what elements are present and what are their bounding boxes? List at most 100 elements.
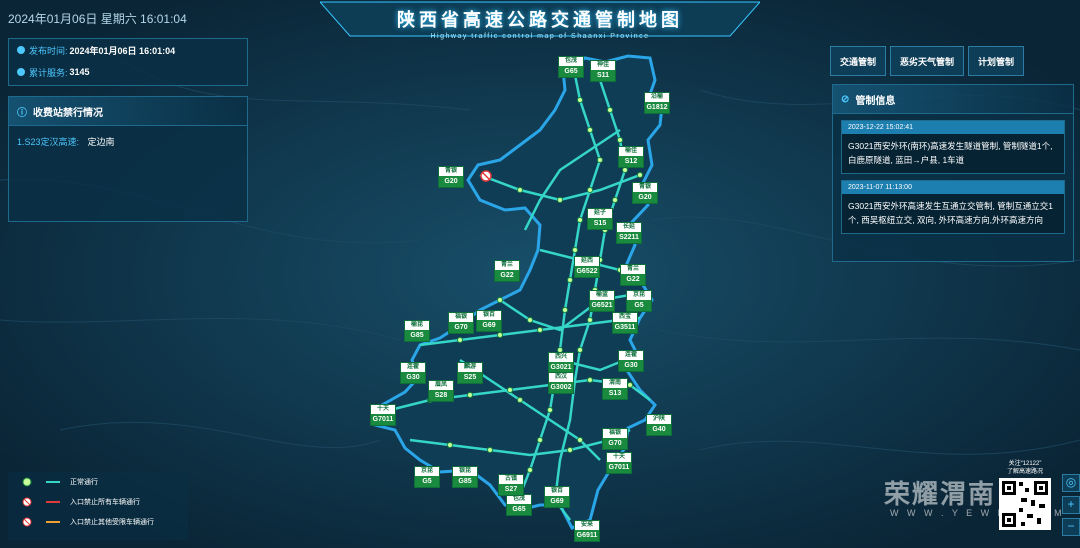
highway-shield[interactable]: 青银 G20	[632, 182, 658, 204]
shield-code: G22	[495, 270, 519, 281]
shield-code: G6522	[575, 266, 599, 277]
control-message[interactable]: 2023-12-22 15:02:41 G3021西安外环(南环)高速发生隧道管…	[841, 120, 1065, 174]
shield-code: S25	[458, 372, 482, 383]
highway-shield[interactable]: 包茂 G65	[506, 494, 532, 516]
legend-line	[46, 501, 60, 503]
shield-name: 古镇	[504, 476, 517, 482]
legend-label: 正常通行	[70, 479, 98, 486]
shield-name: 延西	[580, 258, 593, 264]
highway-shield[interactable]: 福银 G70	[602, 428, 628, 450]
shield-name: 延子	[593, 210, 606, 216]
highway-shield[interactable]: 京昆 G5	[414, 466, 440, 488]
shield-code: G1812	[645, 102, 669, 113]
tab-traffic-control[interactable]: 交通管制	[830, 46, 887, 76]
highway-shield[interactable]: 榆昆 G85	[404, 320, 430, 342]
control-panel-header: ⊘ 管制信息	[833, 85, 1073, 114]
highway-shield[interactable]: 青银 G20	[438, 166, 464, 188]
qr-code	[999, 478, 1051, 530]
shield-name: 青银	[638, 184, 651, 190]
shield-name: 长延	[622, 224, 635, 230]
highway-shield[interactable]: 神佳 S11	[590, 60, 616, 82]
shield-code: G6521	[590, 300, 614, 311]
highway-shield[interactable]: 西汉 G3002	[548, 372, 574, 394]
qr-code-block[interactable]: 关注“12122” 了解高速路况	[996, 460, 1054, 542]
toll-road: 1.S23定汉高速:	[17, 137, 80, 147]
users-icon	[17, 68, 25, 76]
ban-icon: ⊘	[841, 93, 850, 105]
legend-item-no-entry: 入口禁止所有车辆通行	[8, 492, 188, 512]
shield-name: 青兰	[626, 266, 639, 272]
highway-shield[interactable]: 渭南 S13	[602, 378, 628, 400]
locate-icon[interactable]: ◎	[1062, 474, 1080, 492]
shield-name: 沪陕	[652, 416, 665, 422]
highway-shield[interactable]: 京昆 G5	[626, 290, 652, 312]
legend-item-normal: 正常通行	[8, 472, 188, 492]
shield-name: 银昆	[458, 468, 471, 474]
shield-code: S27	[499, 484, 523, 495]
service-count-value: 3145	[69, 67, 90, 77]
publish-time-row: 发布时间: 2024年01月06日 16:01:04	[9, 39, 247, 61]
shield-name: 渭南	[608, 380, 621, 386]
shield-code: G85	[453, 476, 477, 487]
toll-station-name: 定边南	[87, 137, 115, 147]
highway-shield[interactable]: 包茂 G65	[558, 56, 584, 78]
shield-code: G5	[415, 476, 439, 487]
page-subtitle: Highway traffic control map of Shaanxi P…	[430, 33, 650, 40]
highway-shield[interactable]: 眉凤 S28	[428, 380, 454, 402]
highway-shield[interactable]: 青兰 G22	[620, 264, 646, 286]
highway-shield[interactable]: 麟游 S25	[457, 362, 483, 384]
zoom-out-icon[interactable]: −	[1062, 518, 1080, 536]
shield-name: 沿榆	[650, 94, 663, 100]
highway-shield[interactable]: 延子 S15	[587, 208, 613, 230]
clock-icon	[17, 46, 25, 54]
highway-shield[interactable]: 连霍 G30	[400, 362, 426, 384]
shield-code: G20	[633, 192, 657, 203]
legend-label: 入口禁止所有车辆通行	[70, 499, 140, 506]
highway-shield[interactable]: 十天 G7011	[606, 452, 632, 474]
highway-shield[interactable]: 福银 G70	[448, 312, 474, 334]
shield-name: 榆蓝	[595, 292, 608, 298]
highway-shield[interactable]: 榆佳 S12	[618, 146, 644, 168]
shield-code: G30	[619, 360, 643, 371]
shield-name: 银百	[550, 488, 563, 494]
shield-name: 包茂	[512, 496, 525, 502]
shield-code: S15	[588, 218, 612, 229]
shield-code: G3511	[613, 322, 637, 333]
control-tabs: 交通管制 恶劣天气管制 计划管制	[830, 46, 1025, 76]
highway-shield[interactable]: 青兰 G22	[494, 260, 520, 282]
toll-panel-title: 收费站禁行情况	[33, 107, 103, 119]
highway-shield[interactable]: 沿榆 G1812	[644, 92, 670, 114]
highway-shield[interactable]: 西宝 G3511	[612, 312, 638, 334]
highway-shield[interactable]: 十天 G7011	[370, 404, 396, 426]
tab-planned-control[interactable]: 计划管制	[968, 46, 1025, 76]
highway-shield[interactable]: 西兴 G3021	[548, 352, 574, 374]
toll-item[interactable]: 1.S23定汉高速: 定边南	[9, 126, 247, 157]
qr-caption-2: 了解高速路况	[1006, 469, 1043, 475]
no-entry-marker	[480, 170, 492, 182]
zoom-in-icon[interactable]: +	[1062, 496, 1080, 514]
highway-shield[interactable]: 榆蓝 G6521	[589, 290, 615, 312]
shield-name: 连霍	[624, 352, 637, 358]
highway-shield[interactable]: 延西 G6522	[574, 256, 600, 278]
highway-shield[interactable]: 沪陕 G40	[646, 414, 672, 436]
highway-shield[interactable]: 银百 G69	[476, 310, 502, 332]
legend-line	[46, 481, 60, 483]
highway-shield[interactable]: 安来 G6911	[574, 520, 600, 542]
shield-name: 十天	[376, 406, 389, 412]
highway-shield[interactable]: 银昆 G85	[452, 466, 478, 488]
no-entry-icon	[22, 497, 32, 507]
control-panel-title: 管制信息	[855, 95, 896, 107]
legend-item-restricted: 入口禁止其他受限车辆通行	[8, 512, 188, 532]
control-message[interactable]: 2023-11-07 11:13:00 G3021西安外环高速发生互通立交管制,…	[841, 180, 1065, 234]
highway-shield[interactable]: 长延 S2211	[616, 222, 642, 244]
top-bar: 2024年01月06日 星期六 16:01:04 陕西省高速公路交通管制地图 H…	[0, 0, 1080, 40]
map-legend: 正常通行 入口禁止所有车辆通行 入口禁止其他受限车辆通行	[8, 472, 188, 540]
shield-name: 青银	[444, 168, 457, 174]
message-time: 2023-12-22 15:02:41	[842, 121, 1064, 134]
highway-shield[interactable]: 连霍 G30	[618, 350, 644, 372]
highway-shield[interactable]: 古镇 S27	[498, 474, 524, 496]
normal-dot-icon	[22, 477, 32, 487]
tab-weather-control[interactable]: 恶劣天气管制	[890, 46, 965, 76]
shield-code: G40	[647, 424, 671, 435]
highway-shield[interactable]: 银百 G69	[544, 486, 570, 508]
